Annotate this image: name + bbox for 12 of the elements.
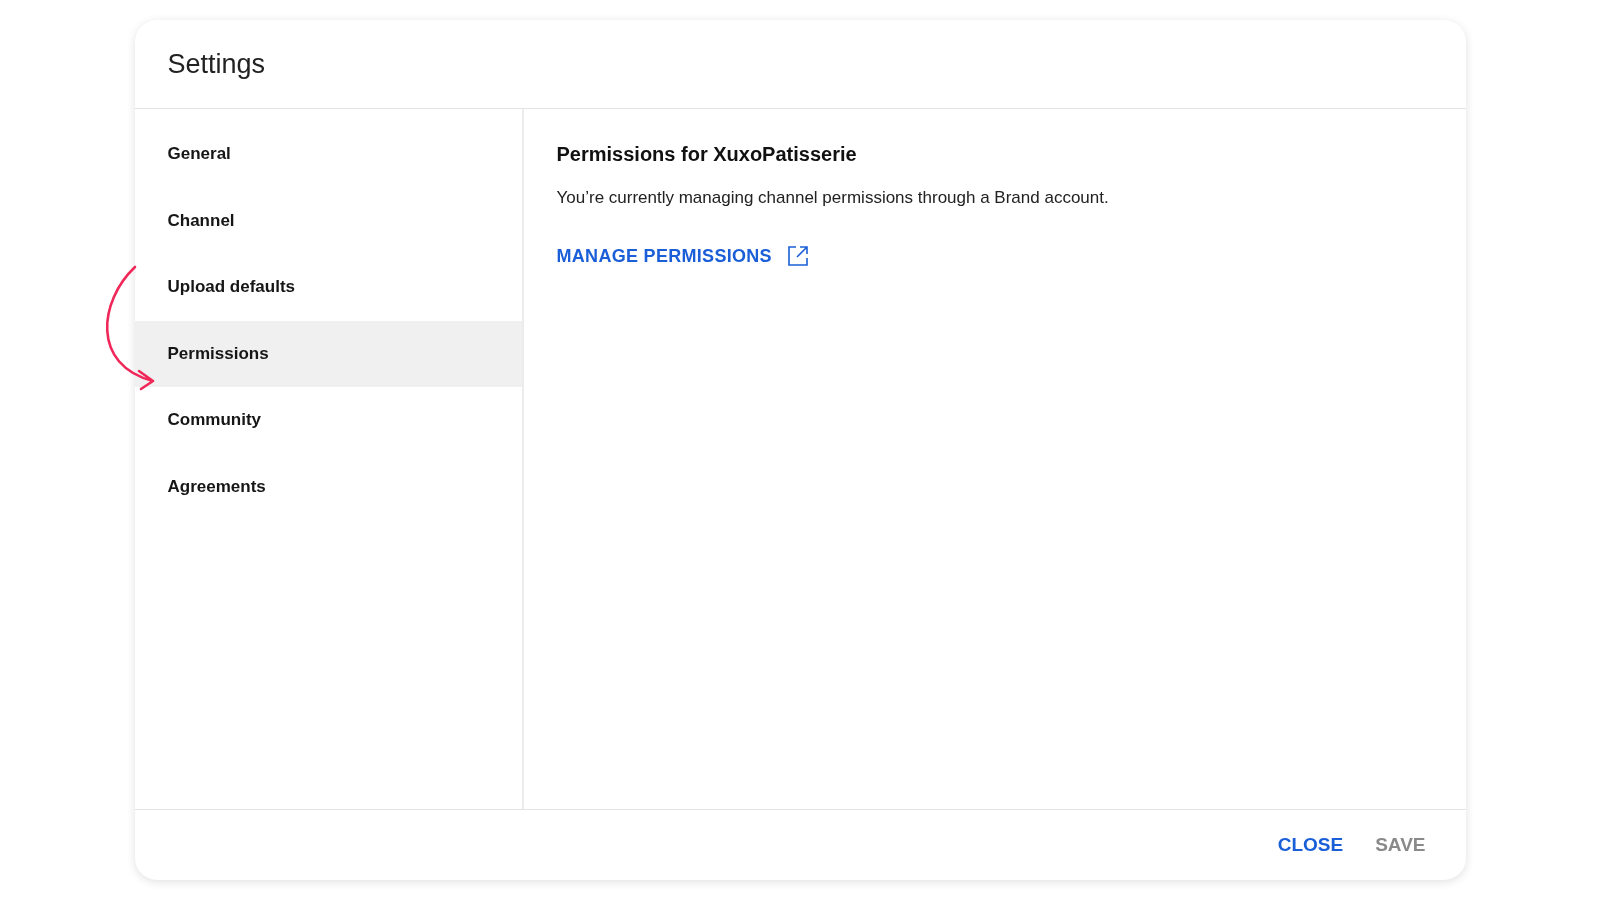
sidebar-item[interactable]: Permissions <box>134 320 522 387</box>
sidebar-item[interactable]: Agreements <box>134 453 522 520</box>
sidebar-item[interactable]: General <box>134 121 522 188</box>
close-button[interactable]: CLOSE <box>1267 826 1354 864</box>
sidebar-item[interactable]: Upload defaults <box>134 254 522 321</box>
external-link-icon <box>785 244 810 268</box>
window-title: Settings <box>167 48 266 80</box>
sidebar-item[interactable]: Community <box>134 387 522 454</box>
manage-permissions-link[interactable]: MANAGE PERMISSIONS <box>556 244 810 268</box>
section-heading: Permissions for XuxoPatisserie <box>556 143 858 166</box>
description-text: You’re currently managing channel permissions through a Brand account. <box>556 188 1109 208</box>
sidebar-item[interactable]: Channel <box>134 187 522 254</box>
